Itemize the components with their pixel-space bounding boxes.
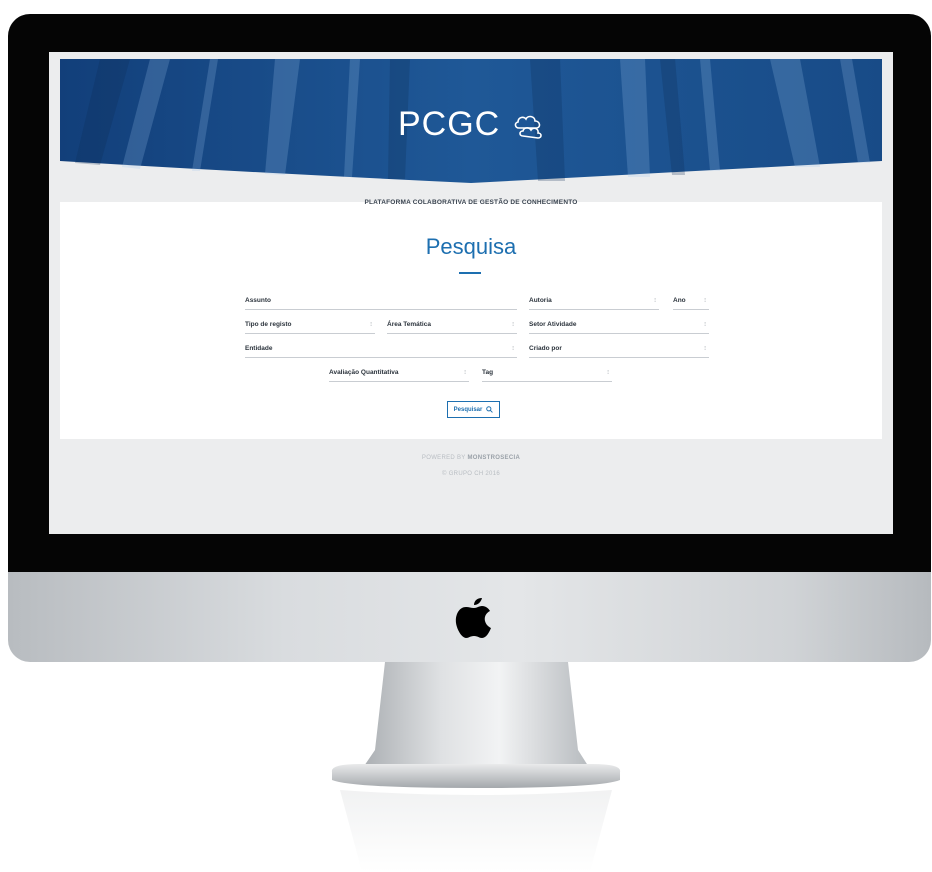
chevron-down-icon: ⁝ [512, 322, 514, 328]
criado-por-label: Criado por [529, 345, 562, 352]
chevron-down-icon: ⁝ [654, 298, 656, 304]
chevron-down-icon: ⁝ [370, 322, 372, 328]
powered-by-brand[interactable]: MONSTROSECIA [467, 455, 520, 461]
setor-atividade-select[interactable]: Setor Atividade ⁝ [529, 320, 709, 334]
cloud-icon [514, 115, 542, 139]
site-subtitle: PLATAFORMA COLABORATIVA DE GESTÃO DE CON… [364, 199, 578, 206]
tag-select[interactable]: Tag ⁝ [482, 368, 612, 382]
search-button-label: Pesquisar [453, 406, 483, 413]
criado-por-select[interactable]: Criado por ⁝ [529, 344, 709, 358]
chevron-down-icon: ⁝ [512, 346, 514, 352]
chevron-down-icon: ⁝ [704, 322, 706, 328]
entidade-label: Entidade [245, 345, 273, 352]
chevron-down-icon: ⁝ [607, 370, 609, 376]
area-tematica-label: Área Temática [387, 321, 431, 328]
setor-atividade-label: Setor Atividade [529, 321, 577, 328]
autoria-label: Autoria [529, 297, 552, 304]
footer-copyright: © GRUPO CH 2016 [442, 471, 500, 477]
autoria-select[interactable]: Autoria ⁝ [529, 296, 659, 310]
avaliacao-label: Avaliação Quantitativa [329, 369, 399, 376]
ano-label: Ano [673, 297, 686, 304]
search-icon [486, 406, 494, 413]
tipo-registo-label: Tipo de registo [245, 321, 292, 328]
chevron-down-icon: ⁝ [704, 298, 706, 304]
screen: PCGC PLATAFORMA COLABORATIVA DE GESTÃO D… [49, 52, 893, 534]
assunto-label: Assunto [245, 297, 271, 304]
apple-logo-icon [455, 598, 491, 638]
chevron-down-icon: ⁝ [704, 346, 706, 352]
assunto-field[interactable]: Assunto [245, 296, 517, 310]
tag-label: Tag [482, 369, 494, 376]
search-button[interactable]: Pesquisar [447, 401, 500, 418]
footer-powered-by: POWERED BY MONSTROSECIA [371, 455, 571, 461]
site-logo[interactable]: PCGC [398, 105, 499, 144]
page-title: Pesquisa [425, 234, 517, 259]
entidade-select[interactable]: Entidade ⁝ [245, 344, 517, 358]
monitor-stand [331, 662, 621, 872]
ano-select[interactable]: Ano ⁝ [673, 296, 709, 310]
avaliacao-select[interactable]: Avaliação Quantitativa ⁝ [329, 368, 469, 382]
area-tematica-select[interactable]: Área Temática ⁝ [387, 320, 517, 334]
chevron-down-icon: ⁝ [464, 370, 466, 376]
title-underline [459, 272, 481, 274]
powered-by-prefix: POWERED BY [421, 455, 466, 461]
tipo-registo-select[interactable]: Tipo de registo ⁝ [245, 320, 375, 334]
